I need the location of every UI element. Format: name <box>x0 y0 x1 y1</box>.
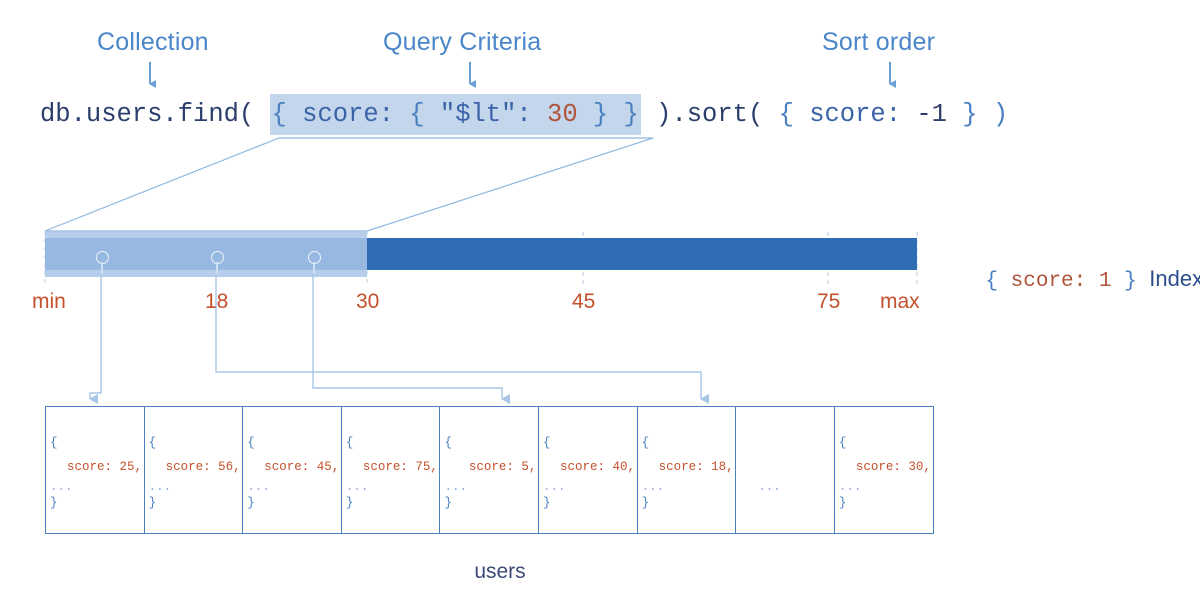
doc-open-brace: { <box>148 436 157 450</box>
documents-caption: users <box>474 560 526 583</box>
query-code-line: db.users.find( { score: { "$lt": 30 } } … <box>40 93 1009 135</box>
doc-close-brace: } <box>444 496 452 510</box>
index-name-key: score: <box>1010 270 1099 293</box>
doc-close-brace: } <box>148 496 157 510</box>
doc-ellipsis: ... <box>758 480 781 494</box>
doc-score-field: score: 75, <box>362 460 438 474</box>
doc-close-brace: } <box>543 496 551 510</box>
doc-ellipsis: ... <box>345 480 369 494</box>
doc-ellipsis: ... <box>838 480 862 494</box>
index-to-doc-connectors <box>89 274 709 404</box>
doc-score-field: score: 56, <box>165 460 241 474</box>
doc-score-field: score: 40, <box>560 460 636 474</box>
index-name-label: { score: 1 } Index <box>935 243 1200 316</box>
index-tick-min: min <box>32 290 66 313</box>
query-sort-close: } ) <box>946 99 1009 129</box>
doc-ellipsis: ... <box>50 480 73 494</box>
document-box: { score: 5, ... } <box>439 406 540 534</box>
doc-score-field: score: 45, <box>264 460 340 474</box>
doc-ellipsis: ... <box>148 480 172 494</box>
index-name-close-brace: } <box>1111 270 1150 293</box>
document-box: { score: 40, ... } <box>538 406 639 534</box>
document-box: { score: 18, ... } <box>636 406 737 534</box>
doc-close-brace: } <box>641 496 650 510</box>
callout-label-collection: Collection <box>97 28 209 56</box>
query-sort-key: score: <box>809 99 917 129</box>
document-box: { score: 45, ... } <box>242 406 343 534</box>
document-box: { score: 56, ... } <box>143 406 244 534</box>
index-tick-30: 30 <box>356 290 380 313</box>
index-tick-18: 18 <box>205 290 229 313</box>
index-name-value: 1 <box>1098 270 1112 293</box>
index-name-word: Index <box>1149 266 1200 291</box>
query-open-outer-brace: { <box>271 99 303 129</box>
index-tick-45: 45 <box>572 290 596 313</box>
index-tick-max: max <box>880 290 920 313</box>
doc-ellipsis: ... <box>543 480 566 494</box>
doc-close-brace: } <box>247 496 255 510</box>
documents-row: { score: 25, ... } { score: 56, ... } { … <box>45 406 934 534</box>
doc-close-brace: } <box>50 496 58 510</box>
query-close-paren: ) <box>640 99 672 129</box>
query-operator: "$lt": <box>439 99 548 129</box>
query-open-inner-brace: { <box>409 99 440 129</box>
doc-close-brace: } <box>838 496 847 510</box>
doc-open-brace: { <box>543 436 551 450</box>
query-value: 30 <box>547 99 578 129</box>
doc-ellipsis: ... <box>641 480 665 494</box>
callout-label-query-criteria: Query Criteria <box>383 28 542 56</box>
query-criteria-highlight: { score: { "$lt": 30 } } <box>269 93 641 135</box>
doc-open-brace: { <box>345 436 354 450</box>
doc-score-field: score: 5, <box>468 460 537 474</box>
document-box: { score: 30, ... } <box>833 406 934 534</box>
callout-label-sort-order: Sort order <box>822 28 936 56</box>
doc-score-field: score: 18, <box>658 460 734 474</box>
index-entry-marker-stem <box>216 262 218 274</box>
diagram-canvas: Collection Query Criteria Sort order db.… <box>0 0 1200 607</box>
doc-open-brace: { <box>247 436 255 450</box>
query-field-key: score: <box>302 99 410 129</box>
query-sort-call: .sort( <box>671 99 779 129</box>
query-sort-open-brace: { <box>778 99 810 129</box>
doc-score-field: score: 25, <box>66 460 142 474</box>
query-sort-value: -1 <box>916 99 947 129</box>
doc-ellipsis: ... <box>444 480 467 494</box>
doc-open-brace: { <box>641 436 650 450</box>
index-entry-marker-stem <box>101 262 103 274</box>
index-entry-marker-stem <box>313 262 315 274</box>
scan-range-trapezoid <box>44 137 654 232</box>
index-name-open-brace: { <box>985 270 1011 293</box>
document-box-elided: ... <box>735 406 836 534</box>
query-prefix: db.users.find( <box>40 99 270 129</box>
index-tick-75: 75 <box>817 290 841 313</box>
doc-ellipsis: ... <box>247 480 270 494</box>
doc-score-field: score: 30, <box>855 460 931 474</box>
doc-open-brace: { <box>838 436 847 450</box>
doc-close-brace: } <box>345 496 354 510</box>
query-close-braces: } } <box>577 99 639 129</box>
doc-open-brace: { <box>444 436 452 450</box>
doc-open-brace: { <box>50 436 58 450</box>
document-box: { score: 25, ... } <box>45 406 145 534</box>
document-box: { score: 75, ... } <box>340 406 441 534</box>
